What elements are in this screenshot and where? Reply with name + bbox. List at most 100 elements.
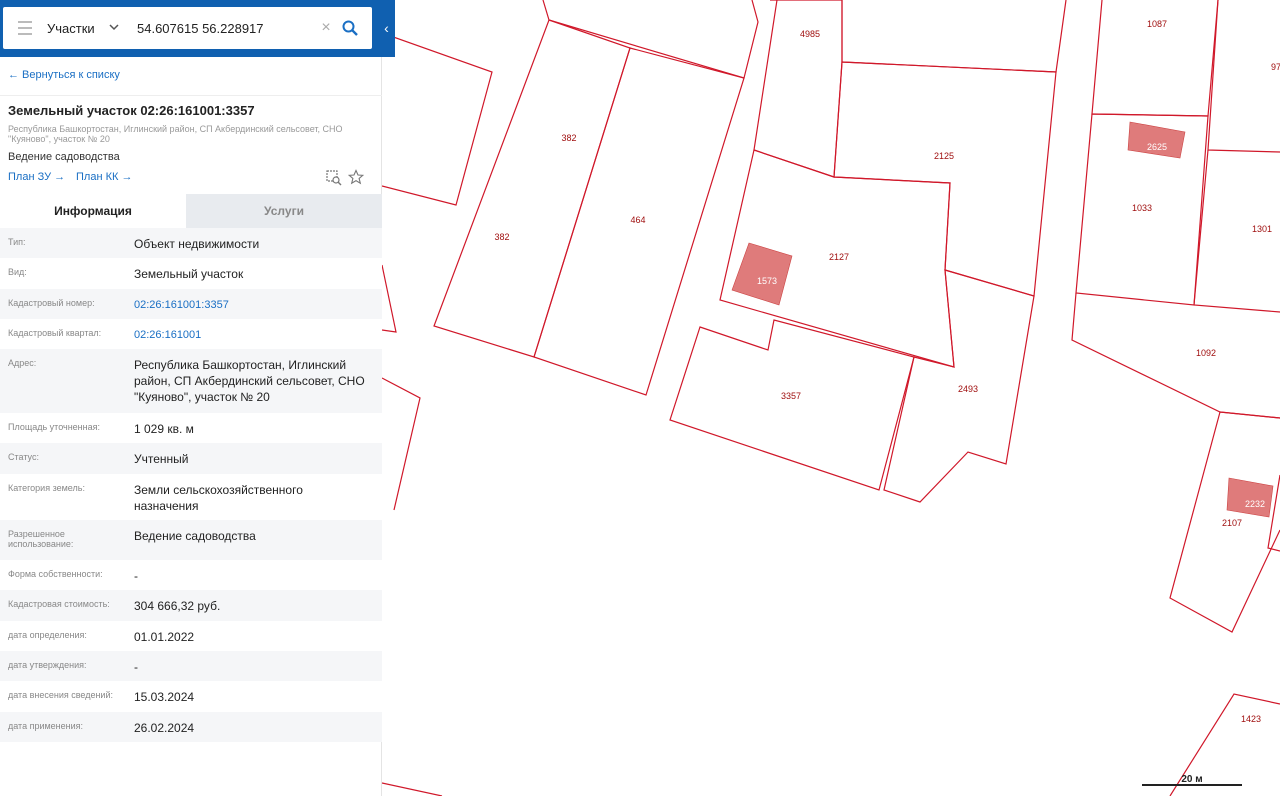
layer-select-value: Участки	[47, 20, 95, 36]
property-value: 15.03.2024	[134, 690, 195, 704]
parcel-label: 1033	[1132, 203, 1152, 213]
property-value: Ведение садоводства	[134, 529, 256, 543]
parcel-label: 382	[494, 232, 509, 242]
parcel-outline[interactable]	[382, 782, 443, 796]
property-value: Земли сельскохозяйственного назначения	[134, 483, 303, 513]
tab-bar: Информация Услуги	[0, 194, 382, 228]
building-footprint	[731, 242, 793, 306]
parcel-outline[interactable]	[542, 0, 759, 79]
property-key: Тип:	[8, 237, 26, 247]
property-value: Учтенный	[134, 452, 189, 466]
search-input[interactable]	[137, 13, 315, 43]
parcel-label: 2127	[829, 252, 849, 262]
property-key: дата определения:	[8, 630, 87, 640]
property-key: Разрешенное использование:	[8, 529, 74, 549]
search-icon[interactable]	[337, 7, 363, 49]
property-key: Вид:	[8, 267, 27, 277]
info-sidebar: ← Вернуться к списку Земельный участок 0…	[0, 57, 382, 796]
property-row: дата утверждения: -	[0, 651, 382, 681]
property-value: 01.01.2022	[134, 630, 195, 644]
property-row: Кадастровая стоимость: 304 666,32 руб.	[0, 590, 382, 621]
property-key: дата применения:	[8, 721, 84, 731]
parcel-label: 1092	[1196, 348, 1216, 358]
parcel-label: 2107	[1222, 518, 1242, 528]
property-key: Площадь уточненная:	[8, 422, 100, 432]
parcel-outline[interactable]	[382, 264, 397, 333]
property-key: Кадастровый номер:	[8, 298, 95, 308]
property-key: Кадастровый квартал:	[8, 328, 102, 338]
property-row: Кадастровый квартал: 02:26:161001	[0, 319, 382, 349]
property-row: Форма собственности: -	[0, 560, 382, 590]
property-value: Земельный участок	[134, 267, 244, 281]
property-row: Статус: Учтенный	[0, 443, 382, 474]
property-value: 26.02.2024	[134, 721, 195, 735]
parcel-label: 382	[561, 133, 576, 143]
parcel-label: 4985	[800, 29, 820, 39]
property-key: Форма собственности:	[8, 569, 103, 579]
collapse-panel-button[interactable]: ‹	[378, 14, 395, 42]
menu-icon[interactable]	[3, 7, 47, 49]
parcel-label: 1087	[1147, 19, 1167, 29]
building-footprint	[1226, 477, 1274, 518]
layer-select[interactable]: Участки	[47, 7, 137, 49]
property-value: -	[134, 660, 138, 674]
building-label: 2625	[1147, 142, 1167, 152]
property-key: Кадастровая стоимость:	[8, 599, 110, 609]
building-label: 2232	[1245, 499, 1265, 509]
property-row: дата применения: 26.02.2024	[0, 712, 382, 742]
clear-icon[interactable]: ×	[315, 19, 337, 37]
property-row: Разрешенное использование: Ведение садово…	[0, 520, 382, 560]
parcel-label: 1423	[1241, 714, 1261, 724]
divider	[0, 95, 382, 96]
chevron-down-icon	[109, 23, 119, 34]
tab-information[interactable]: Информация	[0, 194, 186, 228]
app-root: 4985 1087 97 382 382 464 2125 2625 1033 …	[0, 0, 1280, 796]
parcel-outline[interactable]	[753, 0, 843, 178]
property-value: Объект недвижимости	[134, 237, 260, 251]
property-row: Площадь уточненная: 1 029 кв. м	[0, 413, 382, 443]
property-key: Адрес:	[8, 358, 37, 368]
back-to-list-link[interactable]: ← Вернуться к списку	[8, 69, 120, 81]
search-header: Участки × ‹	[0, 0, 395, 57]
parcel-label: 97	[1271, 62, 1280, 72]
parcel-outline[interactable]	[1071, 292, 1280, 419]
property-key: Статус:	[8, 452, 39, 462]
star-icon[interactable]	[347, 169, 365, 185]
property-row: Категория земель: Земли сельскохозяйствен…	[0, 474, 382, 520]
parcel-outline[interactable]	[1207, 0, 1280, 153]
parcel-label: 464	[630, 215, 645, 225]
building-label: 1573	[757, 276, 777, 286]
map-canvas[interactable]: 4985 1087 97 382 382 464 2125 2625 1033 …	[382, 0, 1280, 796]
scale-bar	[1142, 784, 1242, 786]
zoom-to-object-icon[interactable]	[326, 170, 342, 186]
parcel-outline[interactable]	[433, 19, 631, 358]
property-value: 304 666,32 руб.	[134, 599, 221, 613]
property-row: Тип: Объект недвижимости	[0, 228, 382, 258]
parcel-label: 2493	[958, 384, 978, 394]
parcel-outline[interactable]	[1091, 0, 1219, 117]
property-value: 1 029 кв. м	[134, 422, 194, 436]
property-key: дата утверждения:	[8, 660, 87, 670]
tab-services[interactable]: Услуги	[186, 194, 382, 228]
property-row: Кадастровый номер: 02:26:161001:3357	[0, 289, 382, 319]
property-value: -	[134, 569, 138, 583]
parcel-outline[interactable]	[841, 0, 1067, 73]
property-row: Вид: Земельный участок	[0, 258, 382, 289]
cadastral-map[interactable]: 4985 1087 97 382 382 464 2125 2625 1033 …	[382, 0, 1280, 796]
object-usage: Ведение садоводства	[8, 151, 120, 163]
plan-zu-link[interactable]: План ЗУ →	[8, 171, 65, 183]
property-table: Тип: Объект недвижимости Вид: Земельный уча…	[0, 228, 382, 742]
property-value-link[interactable]: 02:26:161001:3357	[126, 289, 366, 319]
object-address: Республика Башкортостан, Иглинский район…	[8, 124, 343, 144]
parcel-label: 2125	[934, 151, 954, 161]
property-row: Адрес: Республика Башкортостан, Иглинский…	[0, 349, 382, 413]
property-value: Республика Башкортостан, Иглинский район…	[134, 358, 365, 404]
plan-kk-link[interactable]: План КК →	[76, 171, 132, 183]
parcel-outline[interactable]	[382, 32, 493, 206]
property-row: дата определения: 01.01.2022	[0, 621, 382, 651]
parcel-outline[interactable]	[382, 377, 421, 511]
page-title: Земельный участок 02:26:161001:3357	[8, 103, 255, 118]
parcel-label: 3357	[781, 391, 801, 401]
property-value-link[interactable]: 02:26:161001	[126, 319, 366, 349]
map-scale: 20 м	[1142, 774, 1242, 790]
